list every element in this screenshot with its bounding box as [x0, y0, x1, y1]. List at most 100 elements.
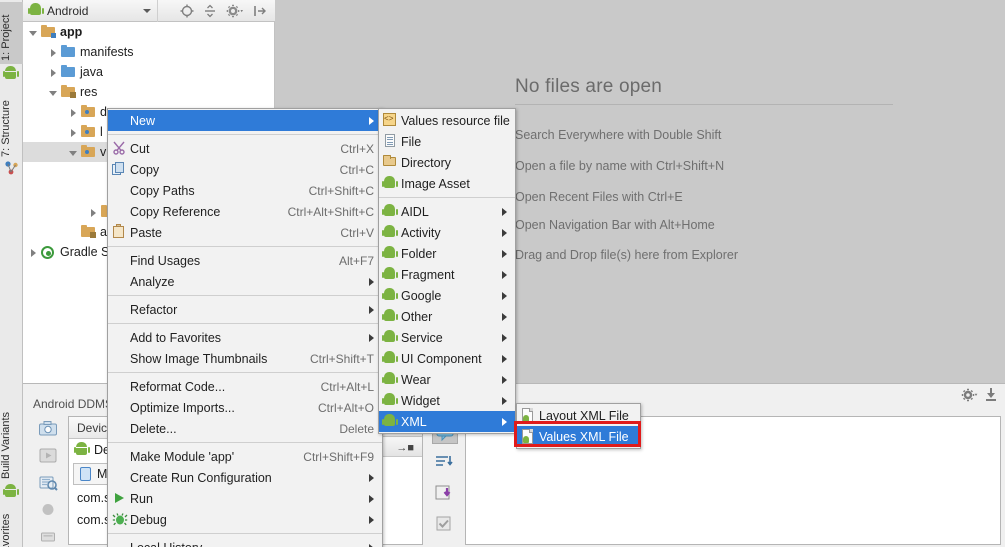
- twisty-closed-icon[interactable]: [47, 46, 60, 59]
- menu-item-refactor[interactable]: Refactor: [108, 299, 382, 320]
- android-icon: [379, 414, 401, 430]
- submenu-item-directory[interactable]: Directory: [379, 152, 515, 173]
- terminate-icon[interactable]: [38, 501, 58, 519]
- sidebar-tab-favorites-label: Favorites: [0, 514, 12, 547]
- sidebar-tab-build-variants[interactable]: Build Variants: [0, 390, 23, 482]
- submenu-item-layout-xml-file-label: Layout XML File: [539, 409, 632, 423]
- twisty-open-icon[interactable]: [67, 146, 80, 159]
- values-resource-icon: <>: [379, 113, 401, 129]
- menu-item-analyze[interactable]: Analyze: [108, 271, 382, 292]
- submenu-item-values-xml-file[interactable]: Values XML File: [517, 426, 640, 447]
- bottom-toolbar-right: [961, 388, 997, 401]
- collapse-all-icon[interactable]: [203, 4, 217, 18]
- menu-item-debug[interactable]: Debug: [108, 509, 382, 530]
- submenu-item-wear-label: Wear: [401, 373, 494, 387]
- gear-icon[interactable]: [961, 388, 974, 401]
- menu-item-make-module[interactable]: Make Module 'app' Ctrl+Shift+F9: [108, 446, 382, 467]
- submenu-item-service[interactable]: Service: [379, 327, 515, 348]
- submenu-item-file[interactable]: File: [379, 131, 515, 152]
- menu-item-paste[interactable]: Paste Ctrl+V: [108, 222, 382, 243]
- screen-record-icon[interactable]: [38, 447, 58, 465]
- menu-item-delete[interactable]: Delete... Delete: [108, 418, 382, 439]
- android-icon-2: [4, 484, 19, 499]
- gear-icon[interactable]: [226, 4, 244, 18]
- hide-panel-icon[interactable]: [253, 4, 267, 18]
- menu-item-copy[interactable]: Copy Ctrl+C: [108, 159, 382, 180]
- new-submenu: <> Values resource file File Directory I…: [378, 108, 516, 434]
- submenu-item-other[interactable]: Other: [379, 306, 515, 327]
- twisty-closed-icon[interactable]: [87, 206, 100, 219]
- twisty-closed-icon[interactable]: [47, 66, 60, 79]
- gc-icon[interactable]: [38, 528, 58, 546]
- menu-item-create-run-configuration[interactable]: Create Run Configuration: [108, 467, 382, 488]
- chevron-right-icon: [369, 278, 374, 286]
- menu-item-find-usages[interactable]: Find Usages Alt+F7: [108, 250, 382, 271]
- android-studio-window: 1: Project 7: Structure Build Variants F…: [0, 0, 1005, 547]
- submenu-item-widget[interactable]: Widget: [379, 390, 515, 411]
- submenu-item-fragment[interactable]: Fragment: [379, 264, 515, 285]
- twisty-closed-icon[interactable]: [27, 246, 40, 259]
- submenu-item-aidl[interactable]: AIDL: [379, 201, 515, 222]
- tree-node-app[interactable]: app: [23, 22, 274, 42]
- menu-item-optimize-imports[interactable]: Optimize Imports... Ctrl+Alt+O: [108, 397, 382, 418]
- target-icon[interactable]: [180, 4, 194, 18]
- sidebar-tab-structure[interactable]: 7: Structure: [0, 84, 23, 160]
- menu-item-new[interactable]: New: [108, 110, 382, 131]
- project-view-selector[interactable]: Android: [23, 0, 158, 22]
- sidebar-tab-project[interactable]: 1: Project: [0, 2, 23, 64]
- screenshot-icon[interactable]: [38, 420, 58, 438]
- twisty-closed-icon[interactable]: [67, 106, 80, 119]
- android-icon: [379, 288, 401, 304]
- android-icon: [379, 351, 401, 367]
- tree-node-app-label: app: [60, 25, 86, 39]
- folder-icon: [60, 45, 76, 59]
- logcat-right-icon-column: [428, 416, 462, 547]
- menu-item-reformat-code[interactable]: Reformat Code... Ctrl+Alt+L: [108, 376, 382, 397]
- menu-icon-placeholder: [108, 183, 130, 199]
- menu-separator: [108, 442, 382, 443]
- sidebar-tab-favorites[interactable]: Favorites: [0, 500, 23, 547]
- submenu-item-layout-xml-file[interactable]: Layout XML File: [517, 405, 640, 426]
- submenu-item-google[interactable]: Google: [379, 285, 515, 306]
- file-icon: [379, 134, 401, 150]
- submenu-item-xml-label: XML: [401, 415, 494, 429]
- menu-item-copy-paths[interactable]: Copy Paths Ctrl+Shift+C: [108, 180, 382, 201]
- menu-item-debug-label: Debug: [130, 513, 361, 527]
- menu-item-run[interactable]: Run: [108, 488, 382, 509]
- submenu-item-xml[interactable]: XML: [379, 411, 515, 432]
- submenu-item-ui-component[interactable]: UI Component: [379, 348, 515, 369]
- tree-node-manifests[interactable]: manifests: [23, 42, 274, 62]
- chevron-right-icon: [502, 418, 507, 426]
- gradle-icon: [40, 245, 56, 259]
- export-to-file-icon[interactable]: [432, 482, 458, 506]
- menu-item-cut[interactable]: Cut Ctrl+X: [108, 138, 382, 159]
- submenu-item-wear[interactable]: Wear: [379, 369, 515, 390]
- submenu-item-folder[interactable]: Folder: [379, 243, 515, 264]
- tree-node-res[interactable]: res: [23, 82, 274, 102]
- submenu-item-activity[interactable]: Activity: [379, 222, 515, 243]
- menu-item-add-to-favorites[interactable]: Add to Favorites: [108, 327, 382, 348]
- menu-item-show-image-thumbnails[interactable]: Show Image Thumbnails Ctrl+Shift+T: [108, 348, 382, 369]
- tree-node-java[interactable]: java: [23, 62, 274, 82]
- android-icon: [379, 393, 401, 409]
- twisty-open-icon[interactable]: [27, 26, 40, 39]
- export-icon[interactable]: [984, 388, 997, 401]
- menu-icon-placeholder: [108, 449, 130, 465]
- submenu-item-values-resource-file[interactable]: <> Values resource file: [379, 110, 515, 131]
- xml-file-icon: [517, 429, 539, 445]
- menu-item-reformat-code-shortcut: Ctrl+Alt+L: [307, 380, 374, 394]
- folder-icon: [60, 65, 76, 79]
- submenu-item-image-asset[interactable]: Image Asset: [379, 173, 515, 194]
- twisty-open-icon[interactable]: [47, 86, 60, 99]
- menu-item-local-history[interactable]: Local History: [108, 537, 382, 547]
- submenu-item-values-resource-file-label: Values resource file: [401, 114, 510, 128]
- filter-icon[interactable]: [432, 451, 458, 475]
- android-icon: [379, 225, 401, 241]
- structure-icon: [4, 160, 19, 175]
- menu-item-copy-reference[interactable]: Copy Reference Ctrl+Alt+Shift+C: [108, 201, 382, 222]
- system-info-icon[interactable]: [38, 474, 58, 492]
- menu-item-paste-label: Paste: [130, 226, 326, 240]
- res-folder-icon: [60, 85, 76, 99]
- twisty-closed-icon[interactable]: [67, 126, 80, 139]
- checkbox-icon[interactable]: [432, 513, 458, 537]
